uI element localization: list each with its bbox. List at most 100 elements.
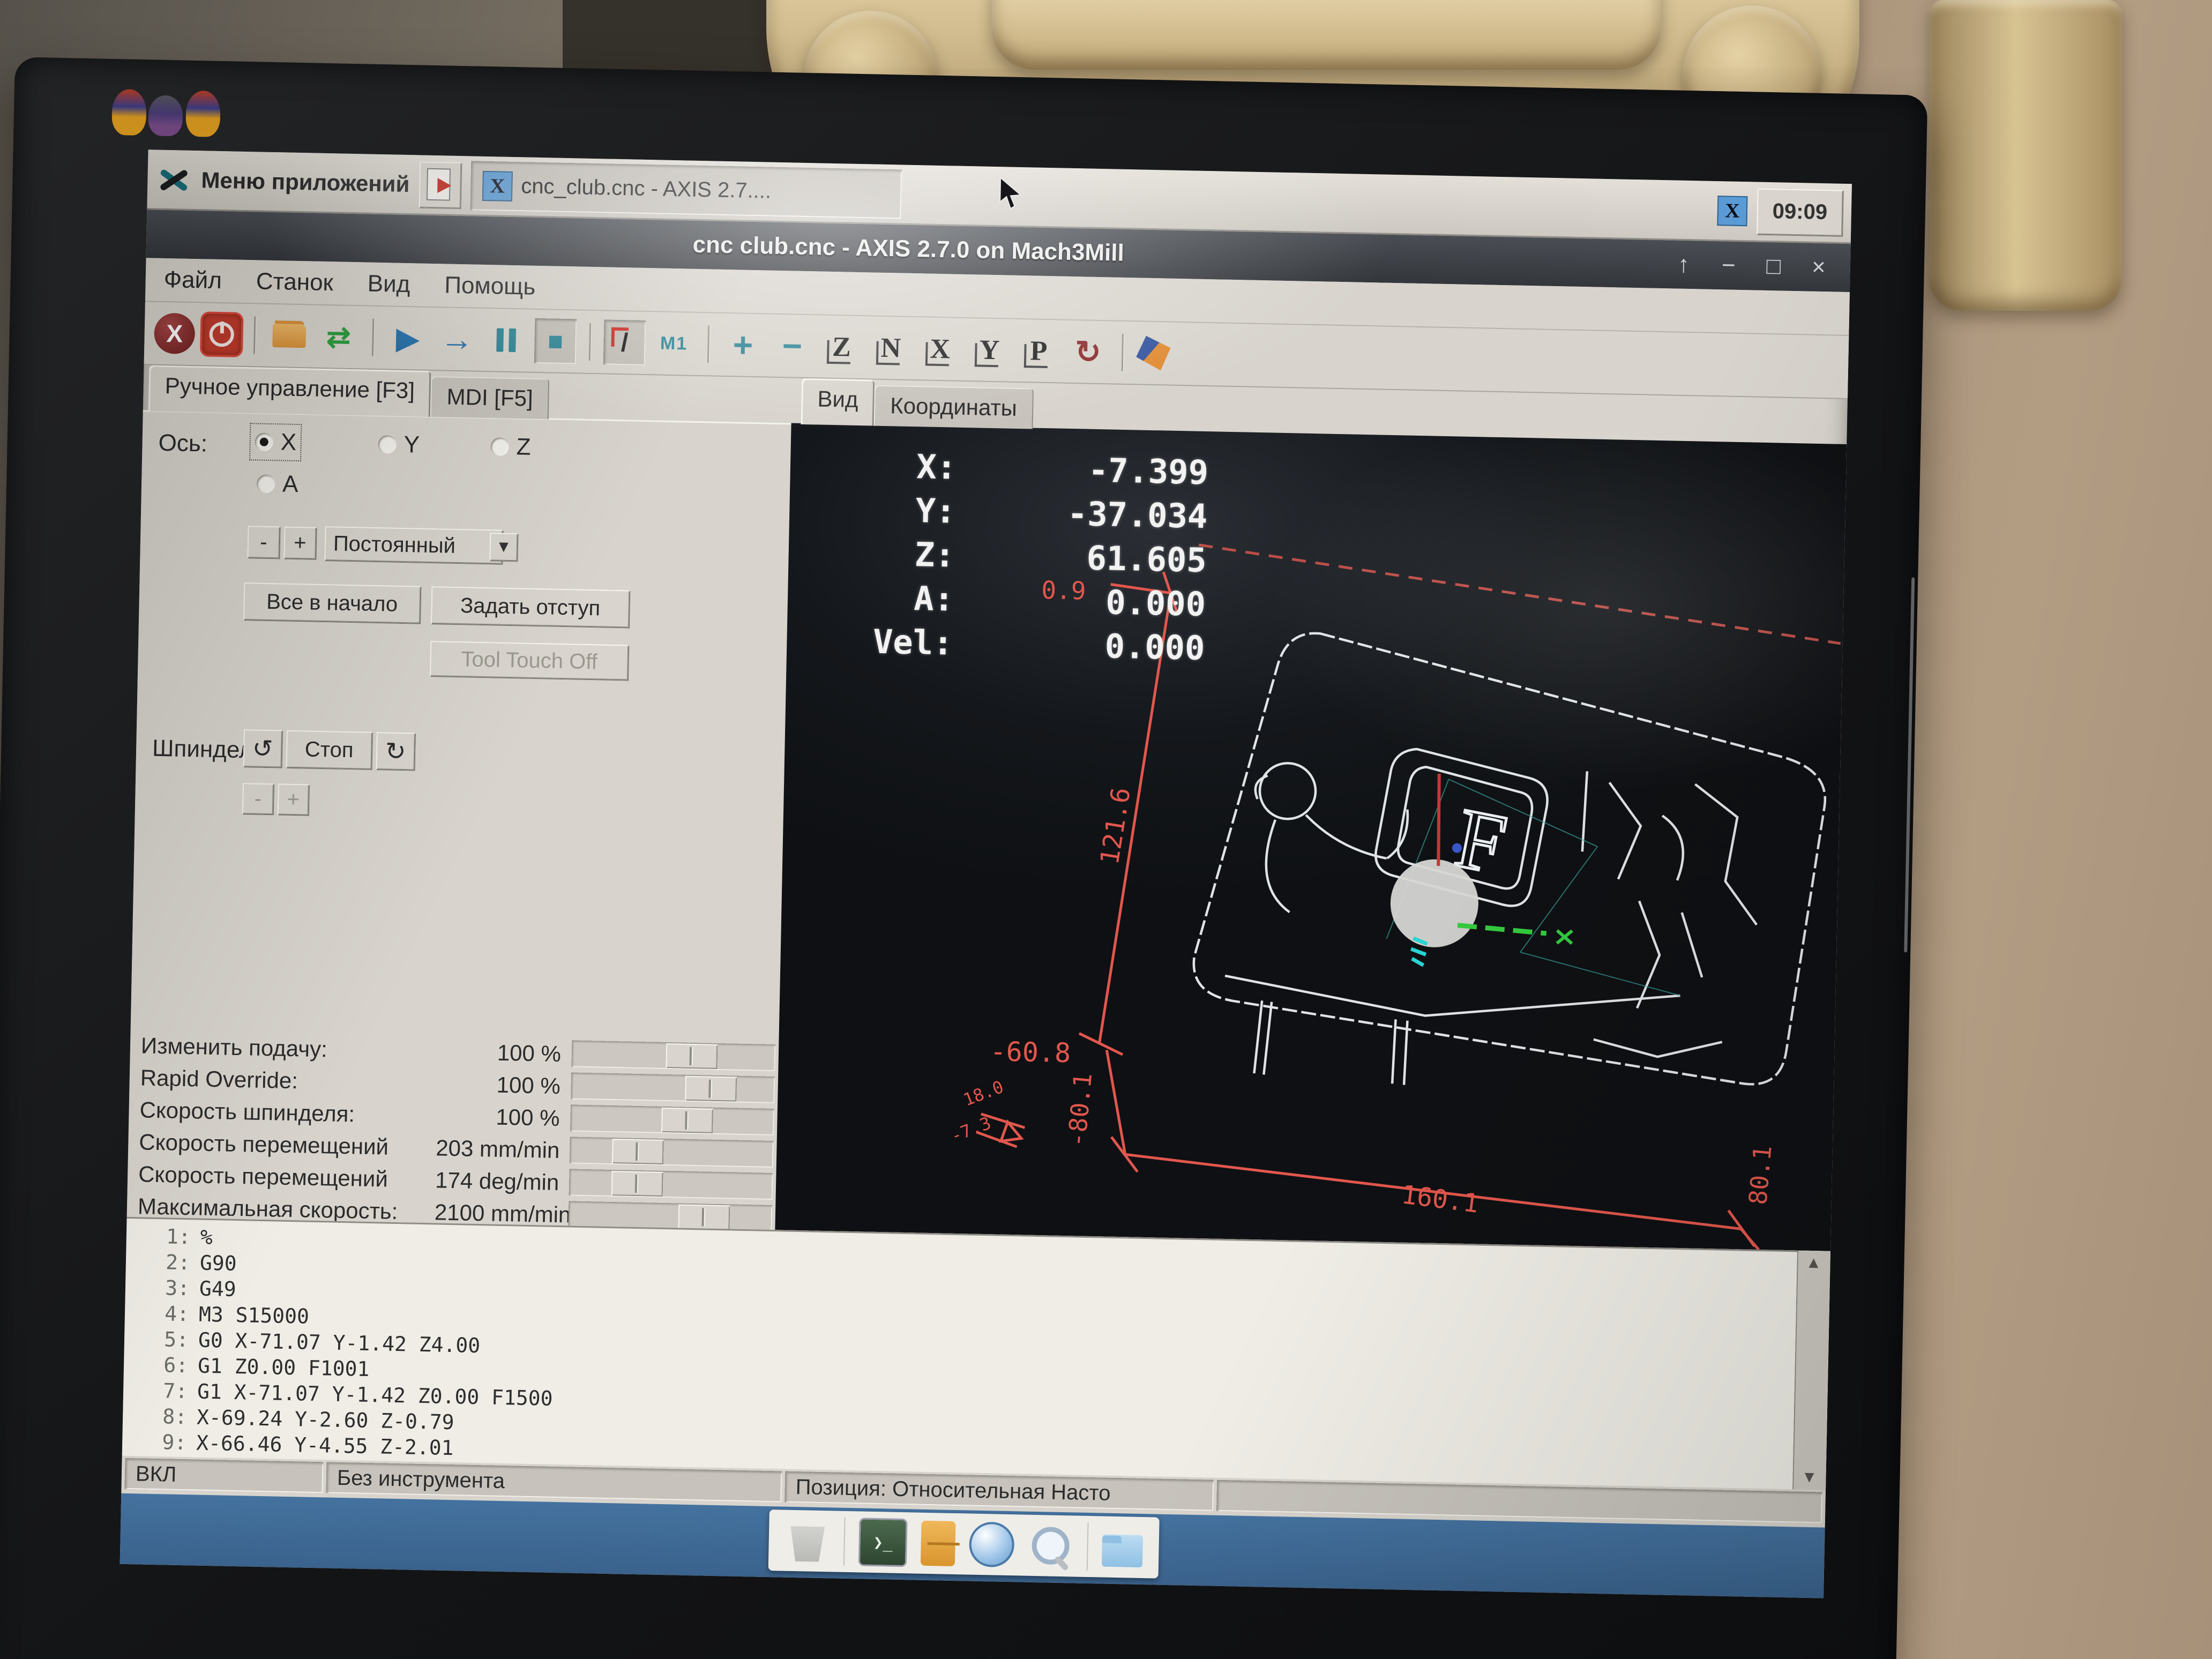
touch-off-button[interactable]: Задать отступ bbox=[431, 586, 630, 627]
menu-1[interactable]: Станок bbox=[256, 268, 333, 296]
shade-button[interactable]: ↑ bbox=[1670, 251, 1697, 278]
zoom-in-icon[interactable]: + bbox=[722, 322, 765, 368]
terminal-icon[interactable]: ❯_ bbox=[858, 1518, 908, 1567]
dro-vel-label: Vel: bbox=[819, 619, 954, 666]
feed-override-label: Изменить подачу: bbox=[141, 1033, 328, 1062]
close-button[interactable]: × bbox=[1805, 253, 1832, 281]
tab-dro[interactable]: Координаты bbox=[874, 385, 1034, 429]
toolbar-separator bbox=[707, 325, 709, 363]
bird-sticker bbox=[107, 80, 226, 147]
spindle-ccw-button[interactable]: ↺ bbox=[243, 729, 282, 767]
run-icon[interactable]: ▶ bbox=[386, 315, 429, 361]
stop-icon[interactable]: ■ bbox=[534, 318, 577, 364]
left-tab-strip: Ручное управление [F3] MDI [F5] bbox=[148, 365, 550, 419]
pause-icon[interactable] bbox=[485, 317, 528, 363]
slider-thumb[interactable] bbox=[685, 1076, 737, 1102]
applications-menu-icon[interactable] bbox=[156, 161, 192, 197]
toolbar-separator bbox=[372, 319, 374, 356]
trash-icon[interactable] bbox=[784, 1518, 831, 1564]
chevron-down-icon[interactable]: ▼ bbox=[489, 533, 518, 561]
gcode-listing[interactable]: 1:%2:G903:G494:M3 S150005:G0 X-71.07 Y-1… bbox=[122, 1217, 1830, 1490]
optional-stop-icon[interactable]: M1 bbox=[653, 320, 696, 367]
axis-radio-a-label: A bbox=[282, 470, 298, 498]
maximize-button[interactable]: □ bbox=[1760, 253, 1787, 280]
tab-manual-control[interactable]: Ручное управление [F3] bbox=[148, 365, 431, 417]
jog-minus-button[interactable]: - bbox=[247, 526, 280, 558]
search-icon[interactable] bbox=[1028, 1523, 1074, 1569]
step-icon[interactable]: → bbox=[436, 316, 479, 362]
rapid-override-value: 100 % bbox=[437, 1071, 561, 1099]
zoom-out-icon[interactable]: − bbox=[771, 323, 814, 369]
applications-menu-label[interactable]: Меню приложений bbox=[201, 167, 410, 197]
dro-y-label: Y: bbox=[821, 487, 956, 534]
jog-speed-slider[interactable] bbox=[570, 1137, 774, 1168]
feed-override-slider[interactable] bbox=[571, 1040, 775, 1071]
menu-3[interactable]: Помощь bbox=[444, 272, 536, 300]
jog-increment-select[interactable]: Постоянный bbox=[324, 526, 503, 564]
scroll-down-icon[interactable]: ▼ bbox=[1801, 1468, 1817, 1487]
gcode-line-text: G49 bbox=[199, 1276, 237, 1302]
gcode-scrollbar[interactable]: ▲ ▼ bbox=[1792, 1250, 1830, 1490]
view-x-icon[interactable]: X bbox=[919, 326, 962, 372]
power-icon[interactable] bbox=[202, 313, 242, 355]
radio-dot-icon bbox=[490, 437, 509, 456]
tab-mdi[interactable]: MDI [F5] bbox=[430, 376, 549, 419]
slider-thumb[interactable] bbox=[661, 1108, 713, 1133]
jog-plus-button[interactable]: + bbox=[283, 527, 316, 559]
view-y-icon[interactable]: Y bbox=[968, 327, 1011, 373]
jog-speed-label: Скорость перемещений bbox=[139, 1129, 389, 1160]
browser-icon[interactable] bbox=[969, 1522, 1015, 1568]
home-all-button[interactable]: Все в начало bbox=[243, 582, 421, 624]
block-delete-icon[interactable]: / bbox=[603, 319, 646, 365]
tab-preview[interactable]: Вид bbox=[801, 378, 875, 426]
dro-y-value: -37.034 bbox=[955, 490, 1208, 539]
status-tool: Без инструмента bbox=[326, 1462, 782, 1502]
view-z-icon[interactable]: Z bbox=[820, 324, 863, 370]
dim-bottom-left-label: -60.8 bbox=[990, 1036, 1071, 1068]
taskbar-clock[interactable]: 09:09 bbox=[1757, 188, 1843, 236]
menu-2[interactable]: Вид bbox=[367, 271, 410, 298]
axis-radio-a[interactable]: A bbox=[257, 470, 298, 498]
axis-radio-x[interactable]: X bbox=[255, 428, 296, 456]
taskbar-window-tab[interactable]: X cnc_club.cnc - AXIS 2.7.... bbox=[470, 161, 902, 219]
reload-icon[interactable]: ⇄ bbox=[317, 314, 360, 360]
axis-label: Ось: bbox=[158, 430, 207, 458]
rapid-override-label: Rapid Override: bbox=[140, 1065, 298, 1094]
spindle-override-value: 100 % bbox=[436, 1103, 560, 1131]
show-desktop-button[interactable] bbox=[419, 161, 461, 208]
axis-radio-z[interactable]: Z bbox=[490, 433, 531, 460]
dock-panel: ❯_ bbox=[768, 1509, 1160, 1579]
slider-thumb[interactable] bbox=[666, 1043, 718, 1069]
slider-thumb[interactable] bbox=[612, 1139, 664, 1164]
spindle-stop-button[interactable]: Стоп bbox=[286, 730, 372, 769]
angular-jog-speed-slider[interactable] bbox=[569, 1169, 773, 1200]
spindle-plus-button[interactable]: + bbox=[278, 783, 309, 815]
axis-radio-z-label: Z bbox=[516, 434, 531, 461]
open-icon[interactable] bbox=[268, 313, 311, 359]
axis-radio-y[interactable]: Y bbox=[378, 431, 420, 459]
rapid-override-slider[interactable] bbox=[571, 1072, 775, 1103]
spindle-override-slider[interactable] bbox=[570, 1104, 774, 1135]
estop-icon[interactable]: X bbox=[154, 313, 196, 355]
slider-thumb[interactable] bbox=[611, 1171, 663, 1197]
backplot-preview[interactable]: X:-7.399 Y:-37.034 Z:61.605 A:0.000 Vel:… bbox=[775, 423, 1847, 1251]
files-icon[interactable] bbox=[921, 1521, 956, 1566]
tool-touch-off-button[interactable]: Tool Touch Off bbox=[430, 641, 629, 680]
slider-thumb[interactable] bbox=[678, 1205, 730, 1230]
jog-increment-value: Постоянный bbox=[333, 532, 456, 558]
spindle-minus-button[interactable]: - bbox=[242, 783, 274, 814]
radio-dot-icon bbox=[378, 435, 397, 454]
tray-axis-icon[interactable]: X bbox=[1717, 196, 1747, 226]
spindle-cw-button[interactable]: ↻ bbox=[376, 732, 415, 770]
clear-plot-icon[interactable] bbox=[1136, 335, 1171, 370]
bird-icon bbox=[185, 91, 221, 137]
scroll-up-icon[interactable]: ▲ bbox=[1805, 1254, 1821, 1273]
minimize-button[interactable]: − bbox=[1715, 252, 1742, 279]
rotate-icon[interactable]: ↻ bbox=[1067, 329, 1110, 375]
view-p-icon[interactable]: P bbox=[1018, 328, 1060, 374]
view-z-rot-icon[interactable]: N bbox=[870, 325, 913, 371]
folder-icon[interactable] bbox=[1102, 1535, 1143, 1568]
dro-z-value: 61.605 bbox=[954, 534, 1207, 582]
carved-wood-leg bbox=[1929, 0, 2122, 311]
menu-0[interactable]: Файл bbox=[163, 266, 222, 294]
